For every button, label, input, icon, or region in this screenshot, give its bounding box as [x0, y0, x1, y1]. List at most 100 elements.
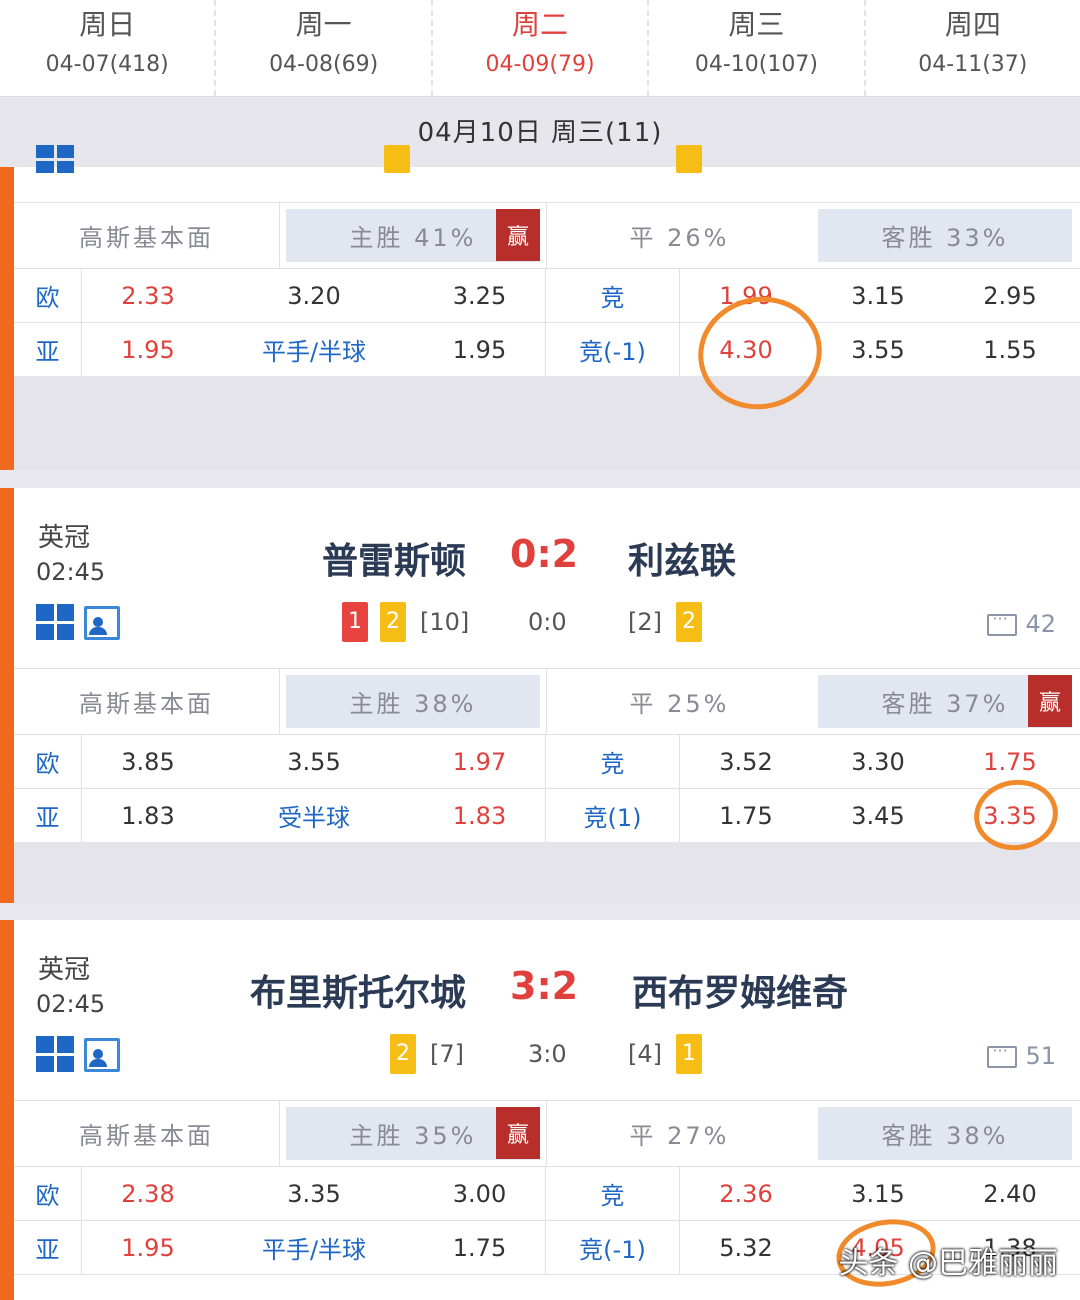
odds-label: 欧 — [14, 269, 82, 322]
yellow-card-icon: 2 — [390, 1034, 416, 1074]
tab-monday[interactable]: 周一 04-08(69) — [216, 0, 433, 96]
jingcai-label: 竞 — [546, 269, 680, 322]
odds-value: 3.25 — [414, 269, 546, 322]
match-score: 3:2 — [510, 964, 579, 1008]
odds-value: 1.95 — [414, 323, 546, 376]
away-team[interactable]: 利兹联 — [628, 532, 736, 584]
tab-date: 04-07(418) — [45, 52, 169, 77]
yellow-card-icon — [676, 145, 702, 173]
card-accent-bar — [0, 167, 14, 470]
european-odds-row: 欧 2.38 3.35 3.00 竞 2.36 3.15 2.40 — [14, 1167, 1080, 1221]
win-badge: 赢 — [1028, 675, 1072, 727]
odds-value: 3.00 — [414, 1167, 546, 1220]
odds-value: 2.40 — [983, 1179, 1037, 1208]
tab-weekday: 周二 — [512, 8, 569, 41]
odds-value: 3.35 — [983, 801, 1037, 830]
away-win-pct-text: 客胜 33% — [881, 224, 1009, 252]
asian-odds-row: 亚 1.95 平手/半球 1.95 竞(-1) 4.30 3.55 1.55 — [14, 323, 1080, 377]
asian-odds-row: 亚 1.83 受半球 1.83 竞(1) 1.75 3.45 3.35 — [14, 789, 1080, 843]
date-header: 04月10日 周三(11) — [0, 97, 1080, 167]
handicap-label: 平手/半球 — [261, 338, 367, 366]
halftime-score: 3:0 — [528, 1040, 567, 1068]
yellow-card-icon: 1 — [676, 1034, 702, 1074]
kickoff-time: 02:45 — [36, 558, 106, 586]
home-win-pct: 主胜 35% 赢 — [280, 1101, 546, 1166]
odds-value: 1.97 — [414, 735, 546, 788]
cards-row: 1 2 [10] 0:0 [2] 2 — [0, 600, 1080, 644]
odds-value: 2.38 — [121, 1179, 175, 1208]
odds-value: 3.45 — [851, 801, 905, 830]
tab-date: 04-10(107) — [694, 52, 818, 77]
odds-table: 高斯基本面 主胜 41% 赢 平 26% 客胜 33% 欧 2.33 3.20 3… — [14, 202, 1080, 377]
day-tabs: 周日 04-07(418) 周一 04-08(69) 周二 04-09(79) … — [0, 0, 1080, 97]
away-rank: [4] — [628, 1040, 662, 1068]
draw-pct: 平 26% — [546, 203, 812, 268]
odds-value: 1.99 — [719, 281, 773, 310]
odds-value: 1.95 — [121, 1233, 175, 1262]
card-footer-gap — [14, 842, 1080, 903]
european-odds-row: 欧 2.33 3.20 3.25 竞 1.99 3.15 2.95 — [14, 269, 1080, 323]
tab-thursday[interactable]: 周四 04-11(37) — [866, 0, 1080, 96]
home-win-pct-text: 主胜 41% — [349, 224, 477, 252]
draw-pct-text: 平 25% — [629, 690, 730, 718]
comment-icon — [987, 609, 1018, 636]
draw-pct: 平 25% — [546, 669, 812, 734]
tab-sunday[interactable]: 周日 04-07(418) — [0, 0, 217, 96]
odds-value: 2.33 — [121, 281, 175, 310]
home-rank: [7] — [430, 1040, 464, 1068]
match-card[interactable]: 英冠 02:45 普雷斯顿 0:2 利兹联 1 2 [10] 0:0 [2] 2… — [0, 488, 1080, 903]
tab-wednesday[interactable]: 周三 04-10(107) — [649, 0, 866, 96]
win-badge: 赢 — [496, 209, 540, 261]
basic-analysis-label[interactable]: 高斯基本面 — [14, 1101, 280, 1166]
home-team[interactable]: 布里斯托尔城 — [250, 964, 466, 1016]
halftime-score: 0:0 — [528, 608, 567, 636]
jingcai-handicap-label: 竞(1) — [546, 789, 680, 842]
odds-header-row: 高斯基本面 主胜 35% 赢 平 27% 客胜 38% — [14, 1101, 1080, 1167]
odds-value: 5.32 — [719, 1233, 773, 1262]
jingcai-label: 竞 — [546, 735, 680, 788]
odds-table: 高斯基本面 主胜 38% 平 25% 客胜 37% 赢 欧 3.85 3.55 1… — [14, 668, 1080, 843]
tab-weekday: 周日 — [79, 8, 136, 41]
jingcai-handicap-label: 竞(-1) — [546, 323, 680, 376]
comment-count: 51 — [1025, 1042, 1056, 1070]
home-win-pct-text: 主胜 35% — [349, 1122, 477, 1150]
odds-value: 3.85 — [121, 747, 175, 776]
tab-tuesday[interactable]: 周二 04-09(79) — [433, 0, 650, 96]
basic-analysis-label[interactable]: 高斯基本面 — [14, 203, 280, 268]
odds-value: 1.83 — [414, 789, 546, 842]
away-win-pct-text: 客胜 38% — [881, 1122, 1009, 1150]
odds-value: 1.75 — [983, 747, 1037, 776]
red-card-icon: 1 — [342, 602, 368, 642]
home-team[interactable]: 普雷斯顿 — [322, 532, 466, 584]
draw-pct-text: 平 27% — [629, 1122, 730, 1150]
tab-weekday: 周四 — [944, 8, 1001, 41]
tab-date: 04-11(37) — [918, 52, 1028, 77]
match-score: 0:2 — [510, 532, 579, 576]
basic-analysis-label[interactable]: 高斯基本面 — [14, 669, 280, 734]
yellow-card-icon — [384, 145, 410, 173]
odds-value: 3.15 — [851, 1179, 905, 1208]
home-win-pct: 主胜 38% — [280, 669, 546, 734]
draw-pct: 平 27% — [546, 1101, 812, 1166]
away-win-pct: 客胜 33% — [812, 203, 1078, 268]
away-win-pct-text: 客胜 37% — [881, 690, 1009, 718]
card-footer-gap — [14, 376, 1080, 470]
league-name: 英冠 — [38, 955, 91, 985]
comments-button[interactable]: 42 — [987, 609, 1056, 638]
home-win-pct: 主胜 41% 赢 — [280, 203, 546, 268]
odds-label: 亚 — [14, 789, 82, 842]
odds-label: 亚 — [14, 323, 82, 376]
away-team[interactable]: 西布罗姆维奇 — [632, 964, 848, 1016]
kickoff-time: 02:45 — [36, 990, 106, 1018]
comments-button[interactable]: 51 — [987, 1041, 1056, 1070]
watermark: 头条 @巴雅丽丽 — [838, 1246, 1058, 1281]
cards-row: 2 [7] 3:0 [4] 1 — [0, 1032, 1080, 1076]
european-odds-row: 欧 3.85 3.55 1.97 竞 3.52 3.30 1.75 — [14, 735, 1080, 789]
match-card[interactable]: 高斯基本面 主胜 41% 赢 平 26% 客胜 33% 欧 2.33 3.20 3… — [0, 145, 1080, 470]
odds-value: 4.30 — [719, 335, 773, 364]
odds-value: 3.30 — [851, 747, 905, 776]
stats-grid-icon[interactable] — [36, 145, 74, 173]
card-accent-bar — [0, 488, 14, 903]
odds-value: 1.75 — [414, 1221, 546, 1274]
odds-value: 3.55 — [287, 747, 341, 776]
